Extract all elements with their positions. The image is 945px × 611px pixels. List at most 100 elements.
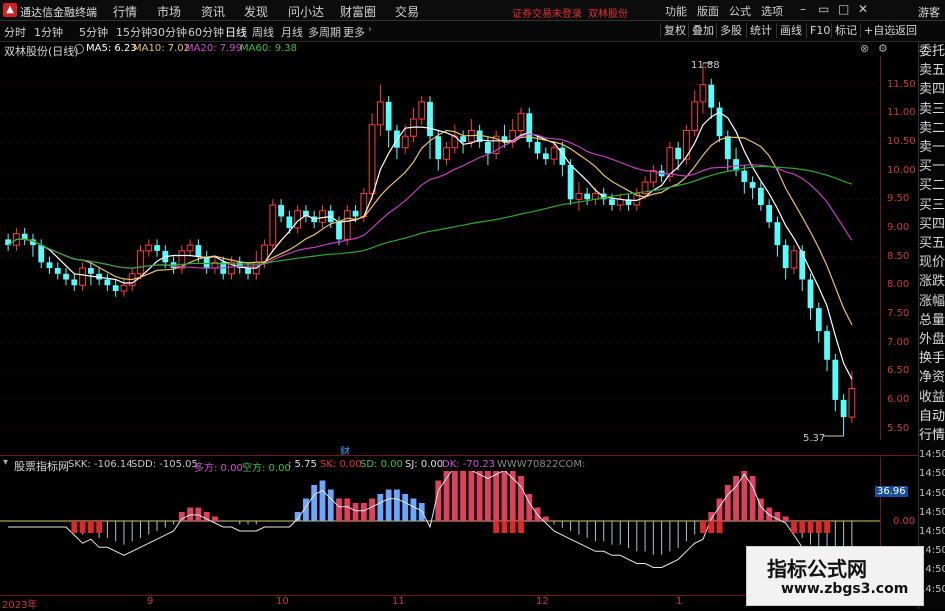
period-5min[interactable]: 5分钟 bbox=[79, 24, 108, 40]
period-daily[interactable]: 日线 bbox=[225, 24, 247, 40]
main-chart[interactable] bbox=[0, 56, 880, 440]
btn-tongji[interactable]: 统计 bbox=[746, 23, 775, 38]
period-monthly[interactable]: 月线 bbox=[281, 24, 303, 40]
minimize-icon[interactable]: – bbox=[800, 2, 806, 16]
signal-block bbox=[509, 521, 516, 533]
btn-fuquan[interactable]: 复权 bbox=[660, 23, 689, 38]
sidebar-item-8[interactable]: 买三 bbox=[919, 196, 945, 215]
btn-fanhui[interactable]: 返回 bbox=[891, 23, 920, 38]
candle bbox=[376, 84, 384, 137]
indicator-bar bbox=[239, 521, 241, 525]
menu-jiaoyi[interactable]: 交易 bbox=[395, 3, 419, 20]
close-icon[interactable]: ✕ bbox=[858, 2, 868, 16]
period-weekly[interactable]: 周线 bbox=[252, 24, 274, 40]
btn-biaoji[interactable]: 标记 bbox=[831, 23, 860, 38]
sidebar-item-22[interactable]: 14:50 bbox=[919, 464, 945, 483]
period-more[interactable]: 更多 bbox=[343, 24, 365, 40]
indicator-bar bbox=[694, 521, 696, 535]
sidebar-item-13[interactable]: 涨幅 bbox=[919, 292, 945, 311]
period-15min[interactable]: 15分钟 bbox=[116, 24, 152, 40]
sdd-value: SDD: -105.05 bbox=[131, 459, 198, 470]
date-label-10: 10 bbox=[276, 596, 289, 607]
btn-huaxian[interactable]: 画线 bbox=[776, 23, 805, 38]
btn-duogu[interactable]: 多股 bbox=[716, 23, 745, 38]
indicator-arrow-icon[interactable]: ▾ bbox=[3, 457, 8, 468]
sidebar-item-16[interactable]: 换手 bbox=[919, 349, 945, 368]
btn-diejia[interactable]: 叠加 bbox=[688, 23, 717, 38]
signal-block bbox=[71, 521, 78, 533]
period-multi[interactable]: 多周期 bbox=[308, 24, 341, 40]
candle bbox=[733, 147, 739, 177]
sidebar-item-18[interactable]: 收益 bbox=[919, 388, 945, 407]
candle bbox=[137, 245, 144, 280]
price-tick: 7.00 bbox=[887, 336, 910, 348]
price-tick: 11.50 bbox=[887, 78, 916, 90]
candle bbox=[186, 239, 194, 257]
price-tick: 6.50 bbox=[887, 365, 910, 377]
candle bbox=[840, 394, 847, 436]
trade-login-notice[interactable]: 证券交易未登录 bbox=[512, 5, 582, 20]
menu-shichang[interactable]: 市场 bbox=[157, 3, 181, 20]
indicator-bar bbox=[156, 521, 158, 532]
sidebar-item-0[interactable]: 委托 bbox=[919, 42, 945, 61]
indicator-bar bbox=[685, 521, 687, 542]
sidebar-item-17[interactable]: 净资 bbox=[919, 368, 945, 387]
sidebar-item-23[interactable]: 14:50 bbox=[919, 484, 945, 503]
indicator-bar bbox=[724, 485, 731, 521]
period-fenshi[interactable]: 分时 bbox=[4, 24, 26, 40]
chart-close-icon[interactable]: ⊗ bbox=[860, 42, 869, 55]
settings-circle-icon[interactable] bbox=[74, 44, 84, 54]
indicator-bar bbox=[594, 521, 596, 542]
sidebar-item-11[interactable]: 现价 bbox=[919, 253, 945, 272]
sidebar-item-10[interactable]: 买五 bbox=[919, 234, 945, 253]
sidebar-item-1[interactable]: 卖五 bbox=[919, 61, 945, 80]
menu-gongneng[interactable]: 功能 bbox=[665, 3, 687, 19]
sidebar-item-14[interactable]: 总量 bbox=[919, 311, 945, 330]
menu-wenxiaoda[interactable]: 问小达 bbox=[288, 3, 324, 20]
maximize-icon[interactable]: □ bbox=[838, 2, 849, 16]
sidebar-item-12[interactable]: 涨跌 bbox=[919, 272, 945, 291]
chevron-right-icon: › bbox=[368, 24, 372, 35]
sidebar-item-9[interactable]: 买四 bbox=[919, 215, 945, 234]
candle bbox=[245, 262, 251, 280]
menu-hangqing[interactable]: 行情 bbox=[113, 3, 137, 20]
sidebar-item-24[interactable]: 14:50 bbox=[919, 503, 945, 522]
sidebar-item-15[interactable]: 外盘 bbox=[919, 330, 945, 349]
sidebar-item-3[interactable]: 卖三 bbox=[919, 100, 945, 119]
menu-caifuquan[interactable]: 财富圈 bbox=[340, 3, 376, 20]
chart-gear-icon[interactable]: ⚙ bbox=[878, 42, 888, 55]
menu-banmian[interactable]: 版面 bbox=[697, 3, 719, 19]
signal-block bbox=[501, 521, 508, 533]
sidebar-item-2[interactable]: 卖四 bbox=[919, 80, 945, 99]
indicator-bar bbox=[741, 471, 748, 521]
guest-label[interactable]: 游客 bbox=[918, 4, 940, 20]
menu-gongshi[interactable]: 公式 bbox=[729, 3, 751, 19]
price-tick: 8.00 bbox=[887, 279, 910, 291]
candle bbox=[54, 262, 61, 280]
sidebar-item-5[interactable]: 卖一 bbox=[919, 138, 945, 157]
sidebar-item-19[interactable]: 自动 bbox=[919, 407, 945, 426]
period-1min[interactable]: 1分钟 bbox=[34, 24, 63, 40]
sidebar-item-6[interactable]: 买一 bbox=[919, 157, 945, 176]
sidebar-item-4[interactable]: 卖二 bbox=[919, 119, 945, 138]
period-30min[interactable]: 30分钟 bbox=[151, 24, 187, 40]
candle bbox=[5, 233, 12, 251]
candle bbox=[303, 205, 309, 223]
sidebar-item-25[interactable]: 14:50 bbox=[919, 522, 945, 541]
menu-zixun[interactable]: 资讯 bbox=[201, 3, 225, 20]
sidebar-item-20[interactable]: 行情 bbox=[919, 426, 945, 445]
menu-xuanxiang[interactable]: 选项 bbox=[761, 3, 783, 19]
candle bbox=[774, 216, 781, 257]
candle bbox=[104, 273, 111, 291]
menu-faxian[interactable]: 发现 bbox=[244, 3, 268, 20]
window-icon[interactable]: ▭ bbox=[818, 2, 829, 16]
indicator-bar bbox=[319, 480, 326, 521]
btn-f10[interactable]: F10 bbox=[806, 23, 833, 38]
indicator-current-badge: 36.96 bbox=[875, 486, 908, 497]
indicator-bar bbox=[542, 516, 549, 521]
signal-block bbox=[807, 521, 814, 533]
candle bbox=[616, 193, 624, 211]
sidebar-item-21[interactable]: 14:50 bbox=[919, 445, 945, 464]
period-60min[interactable]: 60分钟 bbox=[188, 24, 224, 40]
sidebar-item-7[interactable]: 买二 bbox=[919, 176, 945, 195]
